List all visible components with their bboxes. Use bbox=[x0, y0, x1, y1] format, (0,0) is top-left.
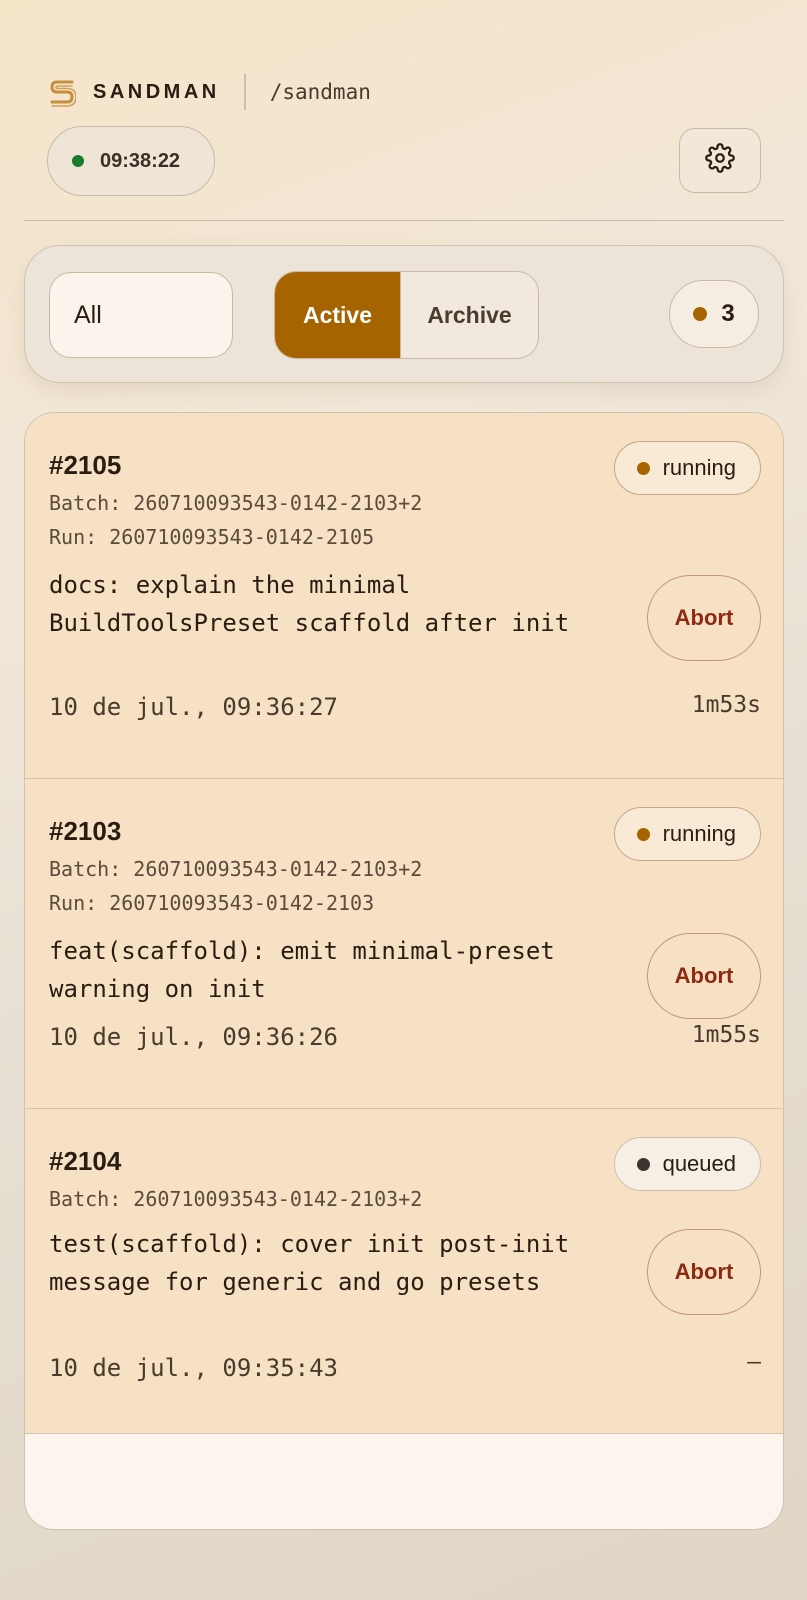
filter-panel: All Active Archive 3 bbox=[24, 245, 784, 383]
connection-status-dot bbox=[72, 155, 84, 167]
job-duration: 1m55s bbox=[691, 1022, 761, 1048]
job-id: #2104 bbox=[49, 1146, 122, 1176]
job-card: #2104 queued Batch: 260710093543-0142-21… bbox=[25, 1109, 783, 1434]
job-card: #2103 running Batch: 260710093543-0142-2… bbox=[25, 779, 783, 1109]
job-timestamp: 10 de jul., 09:35:43 bbox=[49, 1354, 338, 1382]
status-badge: queued bbox=[613, 1137, 761, 1191]
sandman-logo-icon bbox=[47, 76, 77, 108]
job-run: Run: 260710093543-0142-2103 bbox=[49, 891, 375, 915]
status-badge: running bbox=[613, 807, 761, 861]
job-card: #2105 running Batch: 260710093543-0142-2… bbox=[25, 413, 783, 779]
clock-status-pill: 09:38:22 bbox=[47, 126, 215, 196]
status-label: queued bbox=[662, 1151, 736, 1176]
job-run: Run: 260710093543-0142-2105 bbox=[49, 525, 375, 549]
status-badge: running bbox=[613, 441, 761, 495]
job-batch: Batch: 260710093543-0142-2103+2 bbox=[49, 857, 423, 881]
brand-separator bbox=[243, 74, 246, 110]
abort-button[interactable]: Abort bbox=[647, 1229, 761, 1315]
active-count-badge: 3 bbox=[669, 280, 759, 348]
tab-active[interactable]: Active bbox=[275, 272, 400, 358]
abort-button[interactable]: Abort bbox=[647, 575, 761, 661]
status-dot bbox=[636, 827, 650, 841]
job-id: #2105 bbox=[49, 450, 122, 480]
active-count: 3 bbox=[721, 300, 735, 327]
job-message: test(scaffold): cover init post-init mes… bbox=[49, 1230, 570, 1296]
header-divider bbox=[24, 220, 784, 221]
job-id: #2103 bbox=[49, 816, 122, 846]
scope-filter-select[interactable]: All bbox=[49, 272, 233, 358]
brand-name: SANDMAN bbox=[93, 80, 220, 103]
job-batch: Batch: 260710093543-0142-2103+2 bbox=[49, 1187, 423, 1211]
status-label: running bbox=[662, 455, 736, 480]
brand-path: /sandman bbox=[269, 80, 371, 104]
status-label: running bbox=[662, 821, 736, 846]
job-batch: Batch: 260710093543-0142-2103+2 bbox=[49, 491, 423, 515]
job-message: feat(scaffold): emit minimal-preset warn… bbox=[49, 937, 555, 1003]
brand-bar: SANDMAN /sandman bbox=[47, 74, 371, 110]
settings-button[interactable] bbox=[679, 128, 761, 193]
jobs-list: #2105 running Batch: 260710093543-0142-2… bbox=[24, 412, 784, 1530]
job-duration: 1m53s bbox=[691, 692, 761, 718]
status-dot bbox=[636, 1157, 650, 1171]
abort-button[interactable]: Abort bbox=[647, 933, 761, 1019]
clock-time: 09:38:22 bbox=[100, 149, 181, 172]
job-duration: — bbox=[747, 1349, 761, 1375]
view-tabs: Active Archive bbox=[274, 271, 539, 359]
count-status-dot bbox=[693, 307, 708, 321]
job-timestamp: 10 de jul., 09:36:26 bbox=[49, 1023, 338, 1051]
status-dot bbox=[636, 461, 650, 475]
tab-archive[interactable]: Archive bbox=[400, 272, 538, 358]
job-message: docs: explain the minimal BuildToolsPres… bbox=[49, 571, 570, 637]
job-timestamp: 10 de jul., 09:36:27 bbox=[49, 693, 338, 721]
gear-icon bbox=[705, 143, 735, 178]
